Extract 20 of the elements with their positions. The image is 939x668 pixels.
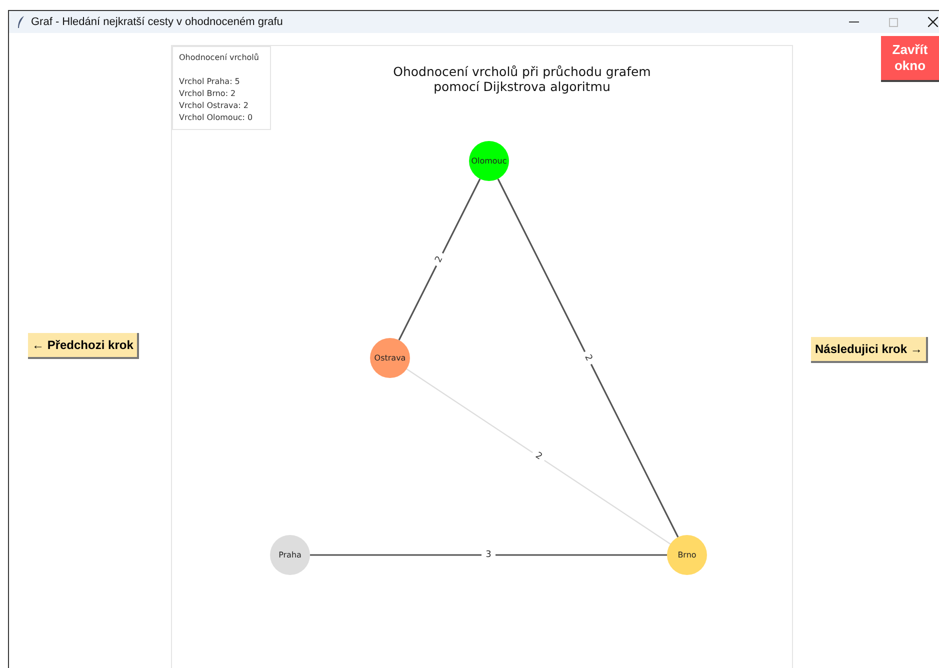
node-label: Olomouc (471, 156, 507, 166)
edge-weight-label: 3 (486, 550, 492, 560)
legend-entry: Vrchol Brno: 2 (179, 88, 237, 100)
legend-entry: Vrchol Ostrava: 2 (179, 100, 250, 112)
close-icon[interactable] (928, 17, 938, 27)
node-label: Praha (278, 550, 302, 560)
node-label: Ostrava (374, 354, 406, 362)
chart-title: pomocí Dijkstrova algoritmu (434, 79, 610, 94)
legend-entry: Vrchol Praha: 5 (179, 76, 241, 88)
edge-weight-label: 2 (582, 353, 594, 363)
legend-entry: Vrchol Olomouc: 0 (179, 112, 254, 124)
previous-step-button[interactable]: ← Předchozi krok (28, 332, 140, 358)
legend-title: Ohodnocení vrcholů (179, 52, 260, 64)
node-label: Brno (678, 550, 696, 560)
edge-weight-label: 2 (533, 450, 544, 462)
feather-icon (17, 16, 25, 28)
window-title: Graf - Hledání nejkratší cesty v ohodnoceném grafu (31, 14, 283, 30)
chart-title: Ohodnocení vrcholů při průchodu grafem (393, 64, 651, 79)
next-step-button[interactable]: Následujici krok → (811, 337, 928, 363)
edge-weight-label: 2 (434, 254, 446, 264)
